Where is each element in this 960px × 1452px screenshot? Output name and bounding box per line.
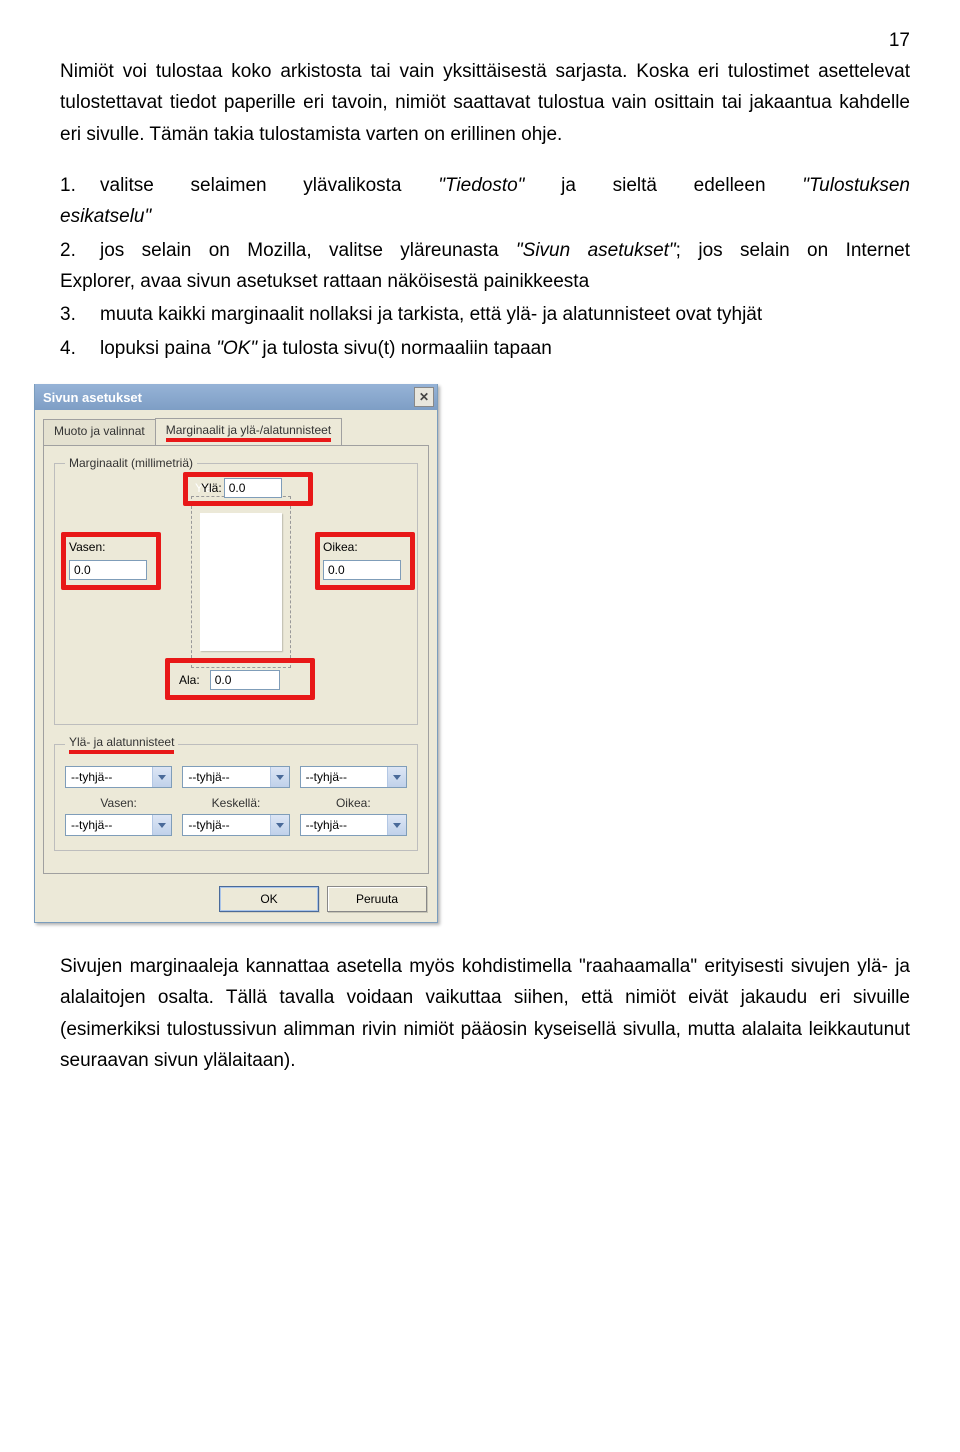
text: ja sieltä edelleen bbox=[524, 175, 802, 196]
tab-margins[interactable]: Marginaalit ja ylä-/alatunnisteet bbox=[155, 418, 342, 445]
hf-col-label-right: Oikea: bbox=[300, 796, 407, 810]
hf-select-bottom-left[interactable]: --tyhjä-- bbox=[65, 814, 172, 836]
ok-button[interactable]: OK bbox=[219, 886, 319, 912]
text: ; jos selain on Internet bbox=[676, 240, 910, 261]
chevron-down-icon[interactable] bbox=[387, 767, 406, 787]
list-item: 1. valitse selaimen ylävalikosta "Tiedos… bbox=[60, 170, 910, 233]
chevron-down-icon[interactable] bbox=[152, 815, 171, 835]
text: lopuksi paina bbox=[100, 338, 216, 359]
tabs: Muoto ja valinnat Marginaalit ja ylä-/al… bbox=[35, 410, 437, 445]
page-preview bbox=[191, 496, 291, 668]
dialog-buttons: OK Peruuta bbox=[35, 882, 437, 922]
margin-top-label: Ylä: bbox=[201, 481, 222, 495]
cancel-button[interactable]: Peruuta bbox=[327, 886, 427, 912]
titlebar[interactable]: Sivun asetukset ✕ bbox=[35, 384, 437, 410]
list-number: 4. bbox=[60, 333, 100, 364]
hf-select-top-center[interactable]: --tyhjä-- bbox=[182, 766, 289, 788]
list-item: 3. muuta kaikki marginaalit nollaksi ja … bbox=[60, 299, 910, 330]
close-icon[interactable]: ✕ bbox=[414, 387, 434, 407]
italic-text: esikatselu" bbox=[60, 206, 151, 227]
text: muuta kaikki marginaalit nollaksi ja tar… bbox=[100, 299, 910, 330]
hf-select-top-right[interactable]: --tyhjä-- bbox=[300, 766, 407, 788]
margins-legend: Marginaalit (millimetriä) bbox=[65, 456, 197, 470]
page-number: 17 bbox=[60, 30, 910, 52]
hf-col-label-center: Keskellä: bbox=[182, 796, 289, 810]
chevron-down-icon[interactable] bbox=[270, 767, 289, 787]
italic-text: "OK" bbox=[216, 338, 257, 359]
italic-text: "Tiedosto" bbox=[438, 175, 524, 196]
list-number: 3. bbox=[60, 299, 100, 330]
dialog-screenshot: Sivun asetukset ✕ Muoto ja valinnat Marg… bbox=[34, 384, 910, 923]
instruction-list: 1. valitse selaimen ylävalikosta "Tiedos… bbox=[60, 170, 910, 364]
hf-select-bottom-center[interactable]: --tyhjä-- bbox=[182, 814, 289, 836]
chevron-down-icon[interactable] bbox=[387, 815, 406, 835]
page-setup-dialog: Sivun asetukset ✕ Muoto ja valinnat Marg… bbox=[34, 384, 438, 923]
chevron-down-icon[interactable] bbox=[270, 815, 289, 835]
highlight-annotation bbox=[61, 532, 161, 590]
intro-paragraph: Nimiöt voi tulostaa koko arkistosta tai … bbox=[60, 56, 910, 150]
tab-panel: Marginaalit (millimetriä) Ylä: 0.0 bbox=[43, 445, 429, 874]
list-item: 4. lopuksi paina "OK" ja tulosta sivu(t)… bbox=[60, 333, 910, 364]
highlight-annotation bbox=[165, 658, 315, 700]
page-preview-inner bbox=[200, 513, 282, 651]
hf-col-label-left: Vasen: bbox=[65, 796, 172, 810]
text: ja tulosta sivu(t) normaaliin tapaan bbox=[257, 338, 552, 359]
hf-select-bottom-right[interactable]: --tyhjä-- bbox=[300, 814, 407, 836]
text: valitse selaimen ylävalikosta bbox=[100, 175, 438, 196]
italic-text: "Sivun asetukset" bbox=[516, 240, 676, 261]
chevron-down-icon[interactable] bbox=[152, 767, 171, 787]
italic-text: "Tulostuksen bbox=[802, 175, 910, 196]
margins-fieldset: Marginaalit (millimetriä) Ylä: 0.0 bbox=[54, 456, 418, 725]
dialog-title: Sivun asetukset bbox=[43, 390, 142, 405]
text: jos selain on Mozilla, valitse yläreunas… bbox=[100, 240, 516, 261]
page: 17 Nimiöt voi tulostaa koko arkistosta t… bbox=[0, 0, 960, 1136]
text: Explorer, avaa sivun asetukset rattaan n… bbox=[60, 266, 910, 297]
highlight-annotation bbox=[315, 532, 415, 590]
list-item: 2. jos selain on Mozilla, valitse yläreu… bbox=[60, 235, 910, 298]
highlight-annotation bbox=[166, 438, 331, 442]
tab-format[interactable]: Muoto ja valinnat bbox=[43, 419, 156, 446]
hf-legend: Ylä- ja alatunnisteet bbox=[65, 735, 178, 754]
closing-paragraph: Sivujen marginaaleja kannattaa asetella … bbox=[60, 951, 910, 1076]
hf-select-top-left[interactable]: --tyhjä-- bbox=[65, 766, 172, 788]
tab-label: Marginaalit ja ylä-/alatunnisteet bbox=[166, 423, 331, 437]
header-footer-fieldset: Ylä- ja alatunnisteet --tyhjä-- --tyhjä-… bbox=[54, 735, 418, 851]
